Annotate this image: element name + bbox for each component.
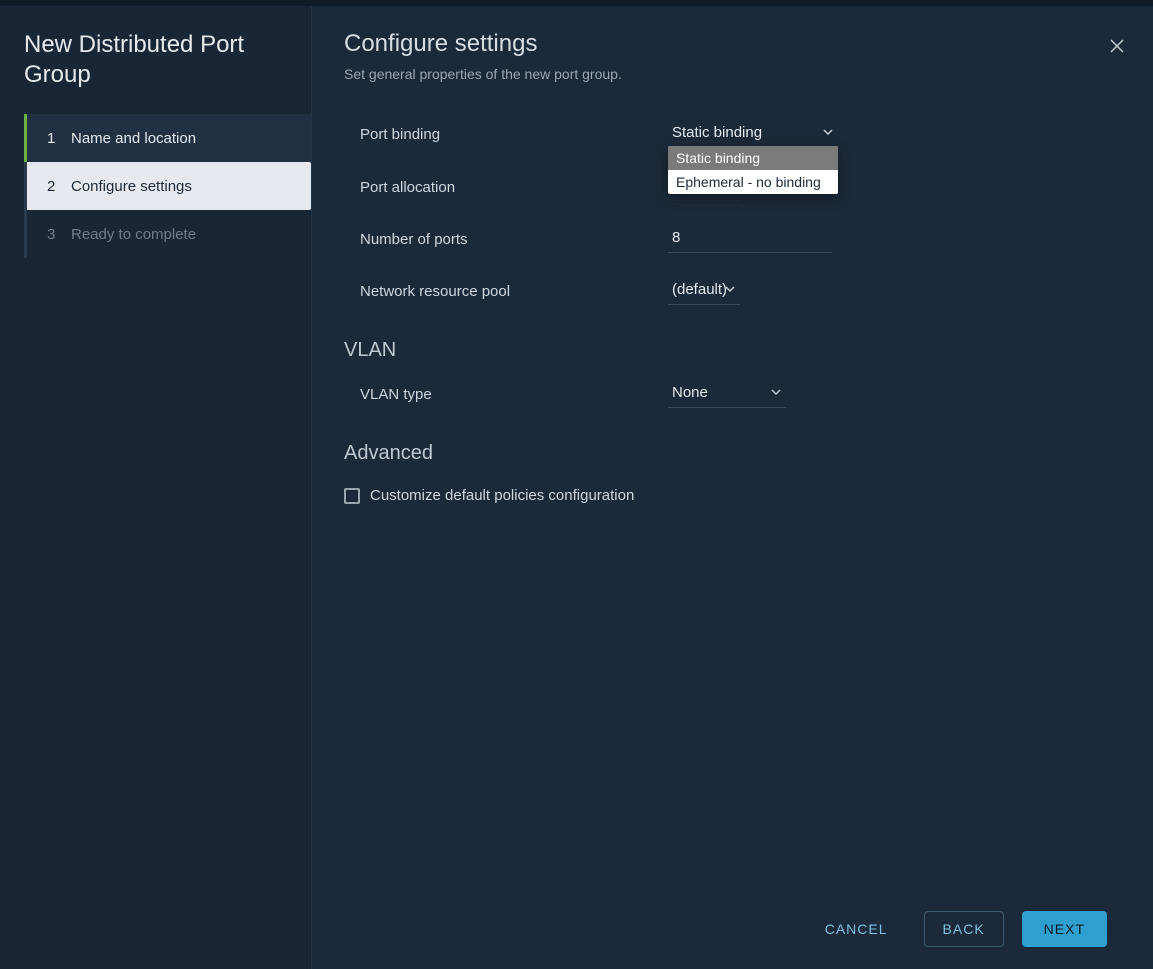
wizard-title: New Distributed Port Group [0, 30, 311, 114]
main-panel: Configure settings Set general propertie… [312, 6, 1153, 969]
chevron-down-icon [770, 386, 782, 398]
checkbox-customize-policies[interactable] [344, 488, 360, 504]
label-network-resource-pool: Network resource pool [344, 283, 668, 300]
close-icon [1109, 38, 1125, 54]
step-number: 2 [47, 178, 65, 195]
footer: CANCEL BACK NEXT [344, 889, 1113, 969]
sidebar: New Distributed Port Group 1 Name and lo… [0, 6, 312, 969]
label-port-allocation: Port allocation [344, 179, 668, 196]
step-name-location[interactable]: 1 Name and location [27, 114, 311, 162]
label-number-of-ports: Number of ports [344, 231, 668, 248]
label-port-binding: Port binding [344, 126, 668, 143]
wizard-dialog: New Distributed Port Group 1 Name and lo… [0, 6, 1153, 969]
chevron-down-icon [724, 283, 736, 295]
form: Port binding Static binding Static bindi… [344, 108, 1113, 889]
step-number: 1 [47, 130, 65, 147]
step-label: Ready to complete [71, 226, 196, 243]
option-static-binding[interactable]: Static binding [668, 146, 838, 170]
option-ephemeral-no-binding[interactable]: Ephemeral - no binding [668, 170, 838, 194]
select-value: (default) [672, 281, 727, 298]
back-button[interactable]: BACK [924, 911, 1004, 947]
label-vlan-type: VLAN type [344, 386, 668, 403]
steps-list: 1 Name and location 2 Configure settings… [24, 114, 311, 258]
select-value: None [672, 384, 708, 401]
cancel-button[interactable]: CANCEL [807, 911, 906, 947]
label-customize-policies: Customize default policies configuration [370, 487, 634, 504]
select-value: Static binding [672, 124, 762, 141]
select-port-binding[interactable]: Static binding [668, 120, 838, 149]
row-vlan-type: VLAN type None [344, 368, 1113, 420]
heading-advanced: Advanced [344, 442, 1113, 465]
step-number: 3 [47, 226, 65, 243]
input-number-of-ports[interactable] [668, 225, 832, 253]
row-port-binding: Port binding Static binding Static bindi… [344, 108, 1113, 161]
chevron-down-icon [822, 126, 834, 138]
row-number-of-ports: Number of ports [344, 213, 1113, 265]
row-customize-checkbox: Customize default policies configuration [344, 471, 1113, 504]
step-label: Configure settings [71, 178, 192, 195]
select-network-resource-pool[interactable]: (default) [668, 277, 740, 305]
heading-vlan: VLAN [344, 339, 1113, 362]
page-subtitle: Set general properties of the new port g… [344, 66, 1113, 82]
step-label: Name and location [71, 130, 196, 147]
step-configure-settings[interactable]: 2 Configure settings [27, 162, 311, 210]
step-ready-complete[interactable]: 3 Ready to complete [27, 210, 311, 258]
next-button[interactable]: NEXT [1022, 911, 1107, 947]
select-vlan-type[interactable]: None [668, 380, 786, 408]
dropdown-port-binding: Static binding Ephemeral - no binding [668, 146, 838, 194]
page-title: Configure settings [344, 30, 1113, 58]
close-button[interactable] [1105, 34, 1129, 58]
row-network-resource-pool: Network resource pool (default) [344, 265, 1113, 317]
